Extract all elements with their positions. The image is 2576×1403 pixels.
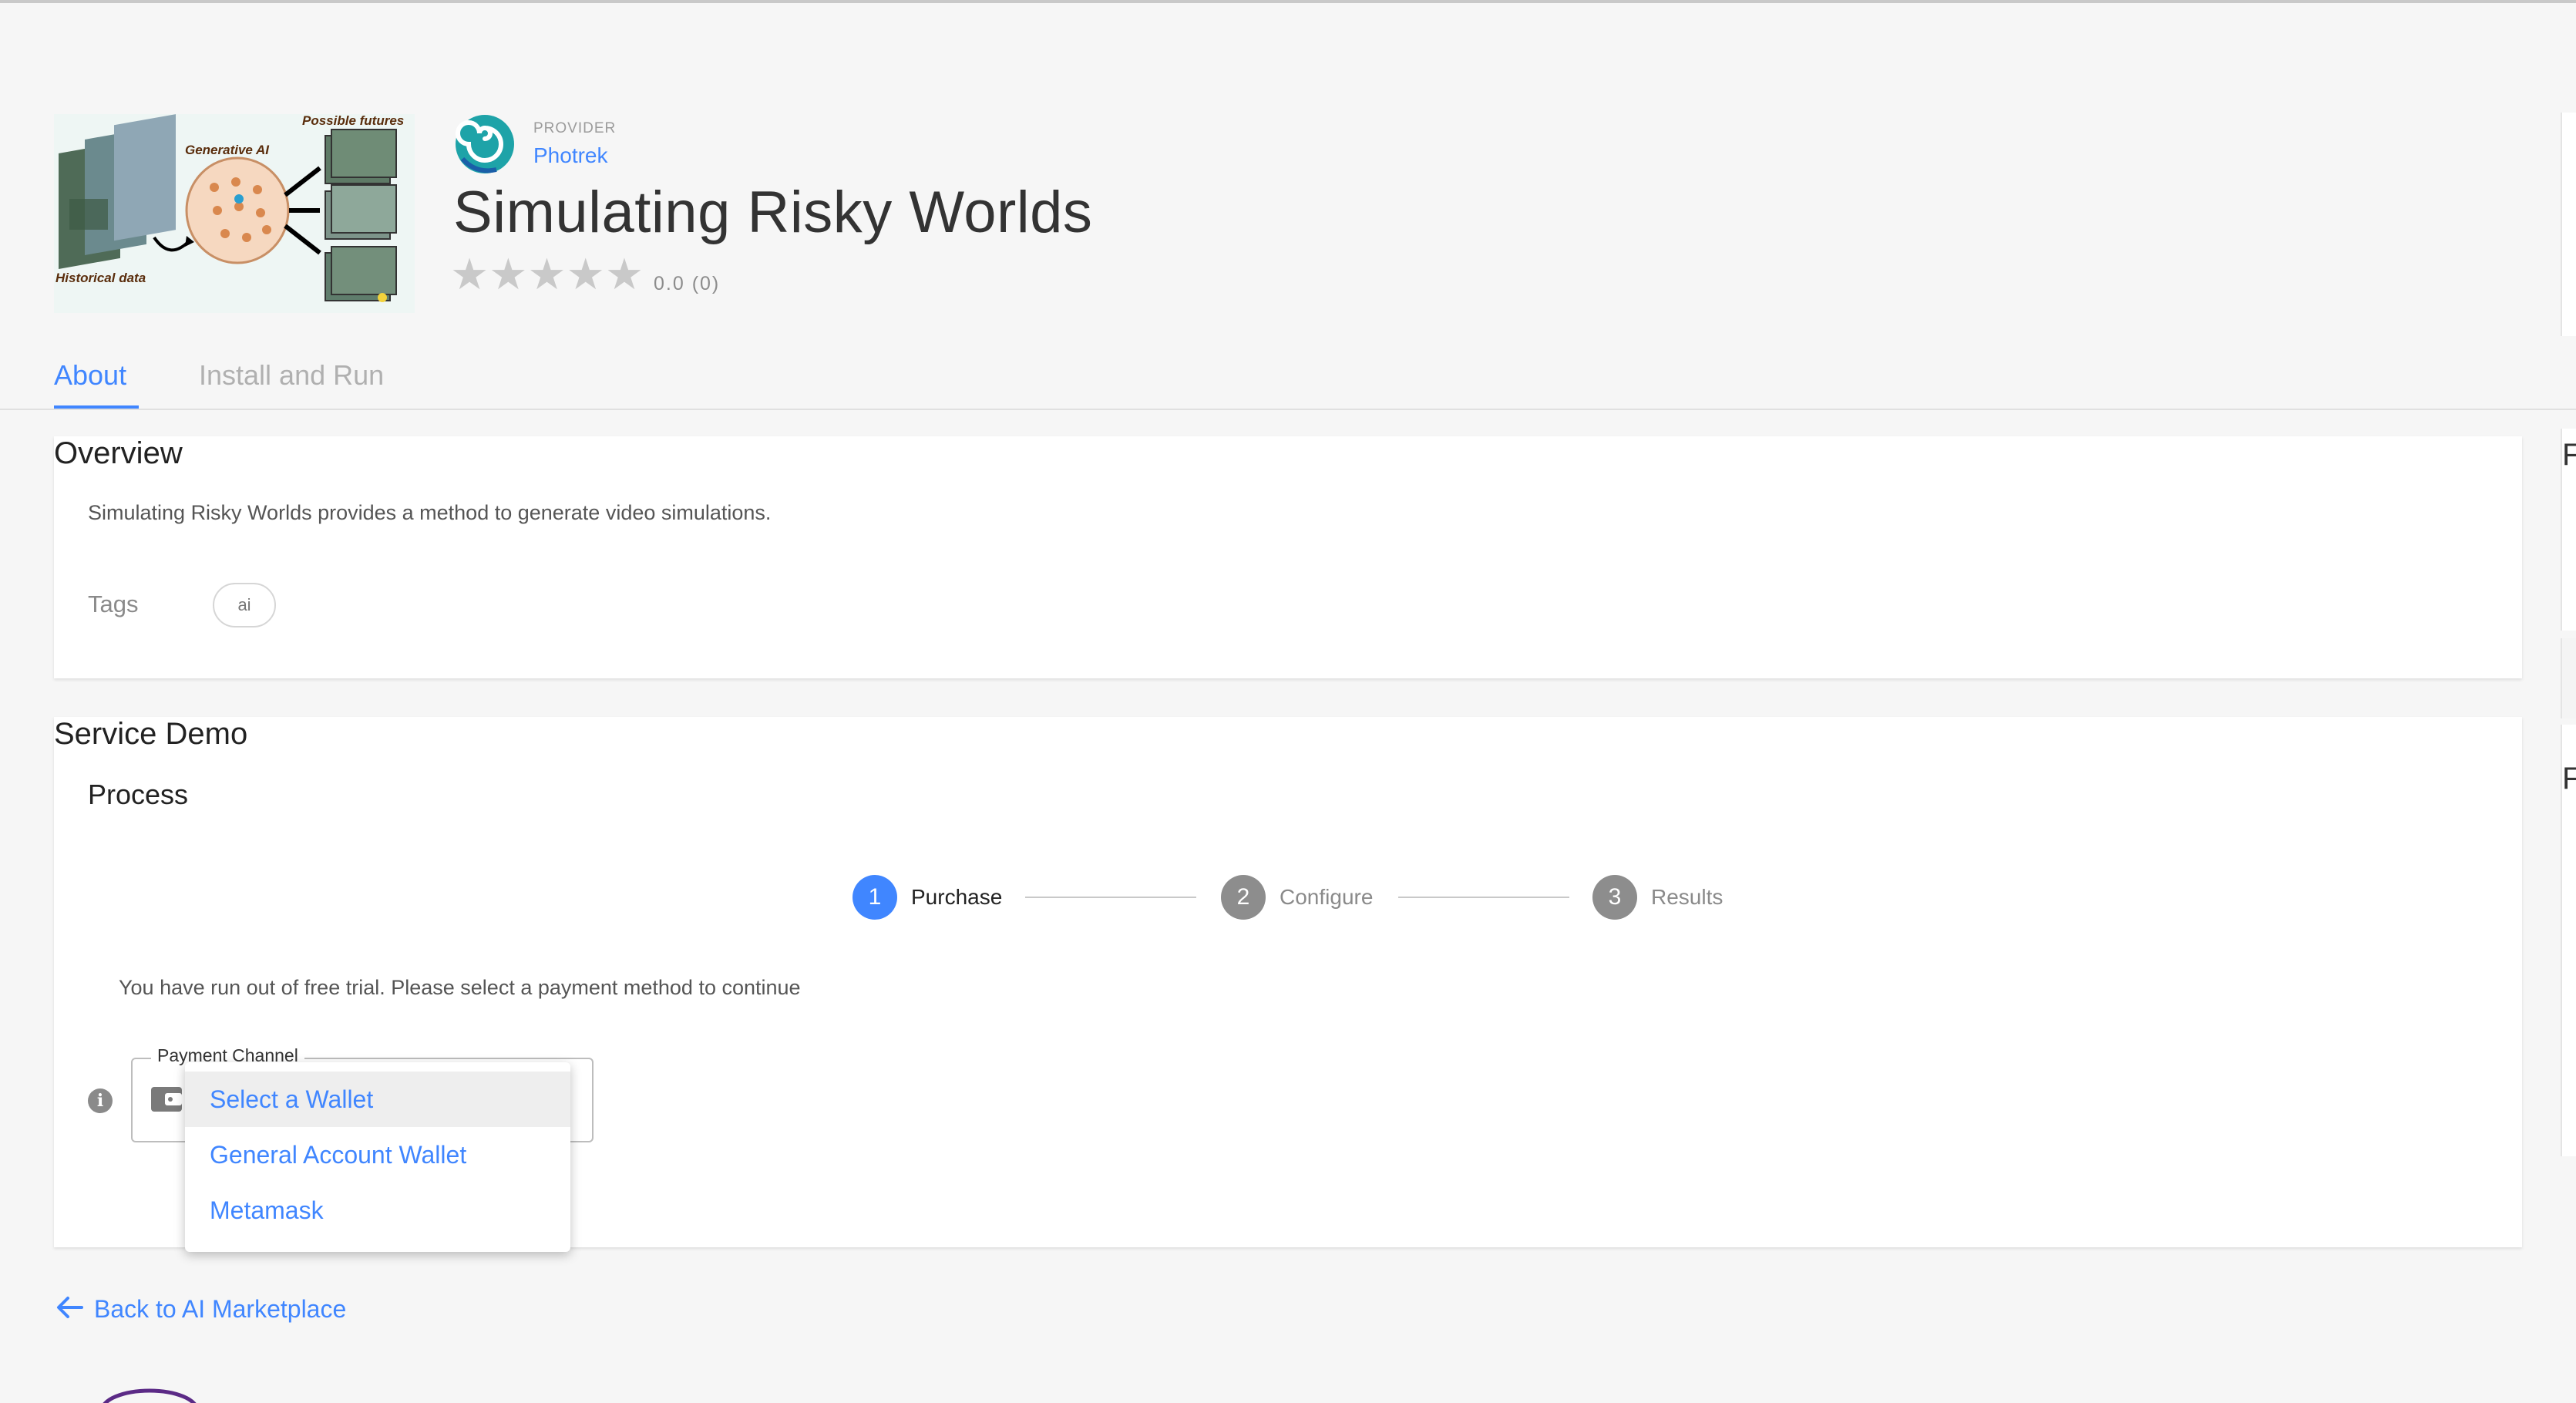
step-1-label: Purchase	[911, 885, 1003, 909]
step-1-circle: 1	[853, 875, 897, 920]
tab-about[interactable]: About	[54, 359, 126, 392]
step-connector-1	[1025, 897, 1196, 898]
overview-description: Simulating Risky Worlds provides a metho…	[88, 501, 772, 524]
back-to-marketplace-link[interactable]: Back to AI Marketplace	[55, 1295, 346, 1324]
window-top-border	[0, 0, 2576, 3]
service-hero-image: Generative AI Possible futures Historica…	[54, 114, 415, 313]
wallet-dropdown-menu: Select a Wallet General Account Wallet M…	[185, 1062, 570, 1252]
overview-title: Overview	[54, 436, 183, 470]
step-connector-2	[1398, 897, 1569, 898]
page-title: Simulating Risky Worlds	[453, 180, 1093, 245]
footer-logo-fragment	[96, 1388, 203, 1403]
wallet-option-metamask[interactable]: Metamask	[185, 1183, 570, 1238]
tabs-divider	[0, 409, 2576, 410]
side-card-fragment-lower	[2561, 638, 2576, 718]
wallet-option-general-account[interactable]: General Account Wallet	[185, 1127, 570, 1183]
active-tab-indicator	[54, 405, 139, 409]
back-link-label: Back to AI Marketplace	[94, 1295, 347, 1323]
process-subtitle: Process	[88, 779, 189, 810]
rating-stars: ★★★★★	[450, 250, 644, 298]
rating-value: 0.0 (0)	[654, 273, 721, 294]
tab-install-and-run[interactable]: Install and Run	[199, 359, 384, 392]
hero-label-generative: Generative AI	[185, 143, 270, 157]
step-2-label: Configure	[1280, 885, 1374, 909]
tags-label: Tags	[88, 590, 139, 617]
arrow-left-icon	[55, 1295, 83, 1324]
side-card-title-fragment: F	[2562, 438, 2576, 472]
trial-message: You have run out of free trial. Please s…	[119, 976, 801, 999]
wallet-icon	[150, 1084, 183, 1115]
step-3-circle: 3	[1592, 875, 1637, 920]
side-card-title-fragment-2: F	[2562, 762, 2576, 796]
service-demo-title: Service Demo	[54, 717, 248, 751]
overview-card	[54, 436, 2522, 678]
tag-chip-ai[interactable]: ai	[213, 583, 276, 627]
side-card-fragment-top	[2561, 113, 2576, 336]
provider-logo-icon	[453, 113, 516, 176]
provider-name-link[interactable]: Photrek	[533, 143, 608, 168]
step-2-circle: 2	[1221, 875, 1266, 920]
provider-caption: PROVIDER	[533, 120, 617, 136]
hero-label-history: Historical data	[55, 271, 146, 285]
hero-label-futures: Possible futures	[302, 114, 404, 128]
info-icon[interactable]: i	[88, 1088, 113, 1113]
step-3-label: Results	[1651, 885, 1723, 909]
wallet-option-select-a-wallet[interactable]: Select a Wallet	[185, 1072, 570, 1127]
